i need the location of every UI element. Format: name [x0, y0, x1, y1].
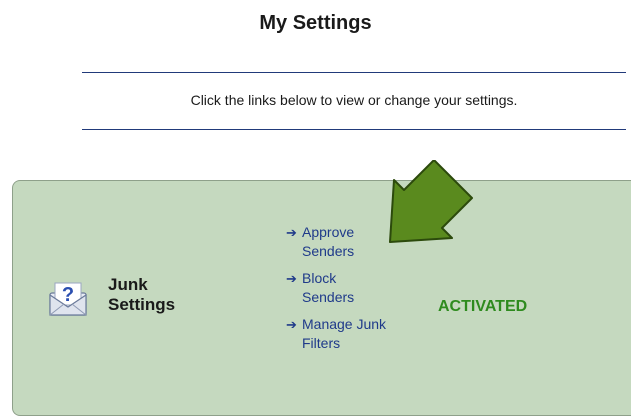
top-divider — [82, 72, 626, 73]
link-line: Senders — [302, 289, 355, 305]
pointer-arrow-icon — [389, 160, 473, 243]
page-title: My Settings — [259, 12, 372, 34]
instructions-text: Click the links below to view or change … — [190, 92, 518, 108]
junk-settings-title: Junk Settings — [108, 275, 175, 315]
link-line: Block — [302, 270, 337, 286]
status-badge: ACTIVATED — [438, 298, 528, 315]
right-arrow-icon: ➔ — [286, 225, 297, 240]
bottom-divider — [82, 129, 626, 130]
envelope-question-icon: ? — [49, 282, 87, 316]
link-line: Filters — [302, 335, 341, 351]
svg-text:?: ? — [62, 284, 74, 306]
right-arrow-icon: ➔ — [286, 317, 297, 332]
block-senders-link[interactable]: ➔ Block Senders — [286, 269, 432, 307]
junk-settings-title-line1: Junk — [108, 275, 148, 294]
right-arrow-icon: ➔ — [286, 271, 297, 286]
junk-settings-title-line2: Settings — [108, 295, 176, 314]
manage-junk-filters-link[interactable]: ➔ Manage Junk Filters — [286, 315, 432, 353]
link-line: Manage Junk — [302, 316, 387, 332]
